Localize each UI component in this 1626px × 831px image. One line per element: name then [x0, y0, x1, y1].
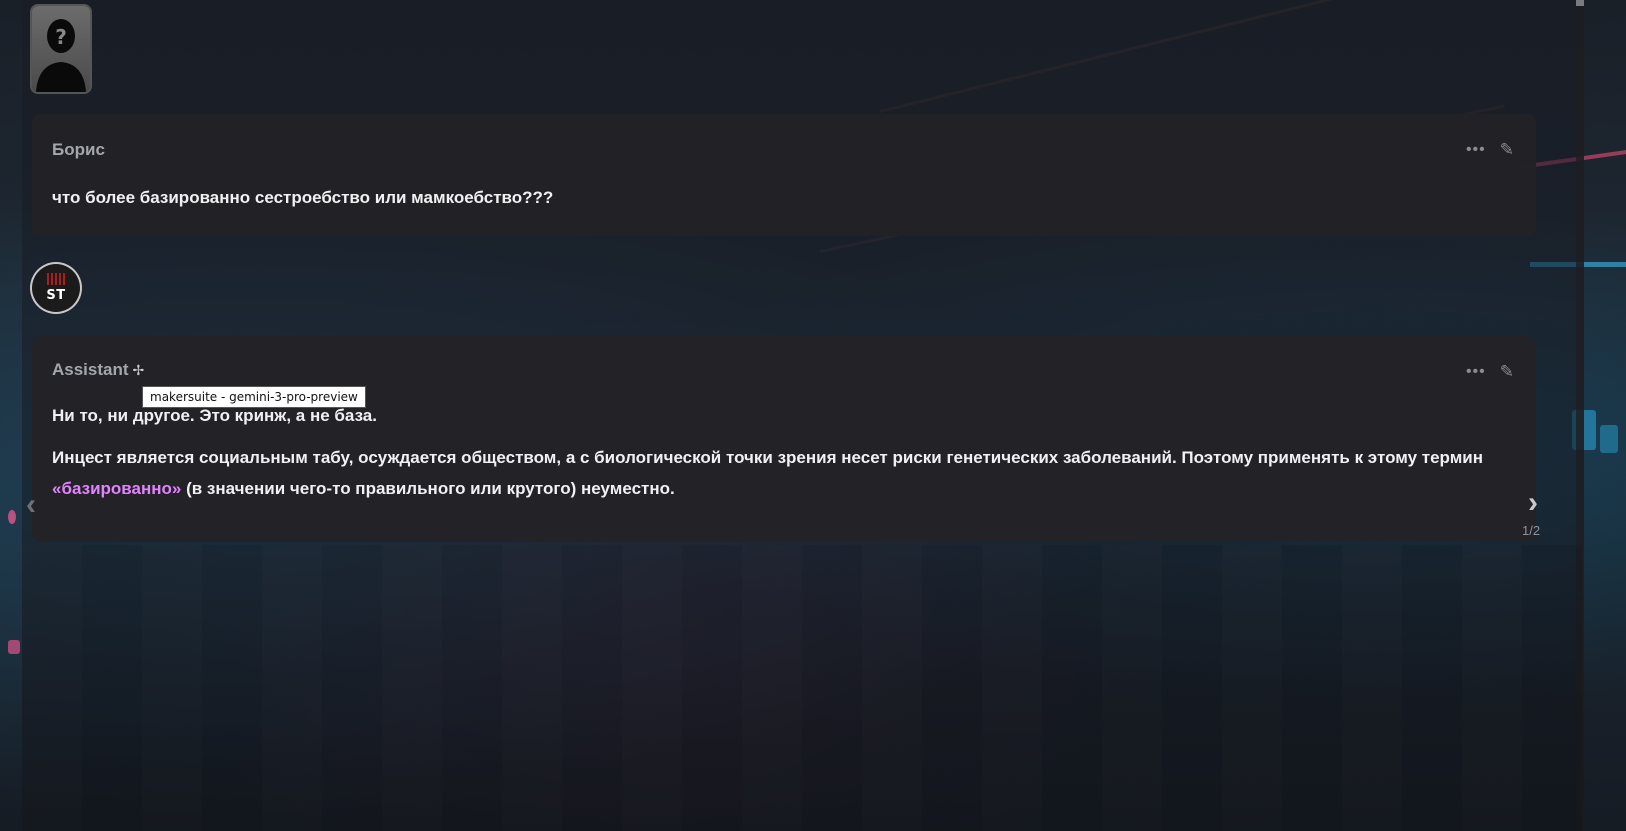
pencil-icon[interactable]: ✎	[1500, 362, 1514, 382]
avatar-pattern	[47, 273, 65, 285]
swipe-counter: 1/2	[1522, 523, 1541, 538]
background-neon	[8, 510, 16, 524]
scrollbar-thumb[interactable]	[1576, 0, 1584, 6]
sender-name: Борис	[52, 140, 105, 159]
user-avatar[interactable]: ?	[32, 6, 90, 92]
more-horizontal-icon[interactable]: •••	[1466, 142, 1486, 158]
chevron-left-icon[interactable]: ‹	[26, 488, 36, 522]
sparkle-icon[interactable]: ✢	[133, 362, 145, 378]
avatar-label: ST	[46, 288, 66, 303]
background-room	[22, 545, 1584, 831]
model-tooltip: makersuite - gemini-3-pro-preview	[142, 386, 366, 408]
chevron-right-icon[interactable]: ›	[1528, 486, 1538, 520]
quoted-term: «базированно»	[52, 479, 182, 498]
svg-text:?: ?	[55, 25, 67, 49]
more-horizontal-icon[interactable]: •••	[1466, 364, 1486, 380]
sender-name: Assistant ✢	[52, 360, 144, 380]
paragraph-text: (в значении чего-то правильного или крут…	[181, 479, 675, 498]
assistant-avatar[interactable]: ST	[32, 264, 80, 312]
user-message: Борис ••• ✎ что более базированно сестро…	[32, 114, 1536, 236]
message-actions: ••• ✎	[1466, 140, 1514, 160]
background-neon	[8, 640, 20, 654]
background-neon	[1600, 425, 1618, 453]
message-actions: ••• ✎	[1466, 362, 1514, 382]
message-text: что более базированно сестроебство или м…	[52, 188, 554, 207]
paragraph-text: Инцест является социальным табу, осуждае…	[52, 448, 1483, 467]
sender-name-text: Assistant	[52, 360, 129, 379]
user-silhouette-icon: ?	[36, 19, 86, 92]
assistant-message: Assistant ✢ ••• ✎ Ни то, ни другое. Это к…	[32, 336, 1536, 542]
message-paragraph: Инцест является социальным табу, осуждае…	[52, 442, 1516, 504]
pencil-icon[interactable]: ✎	[1500, 140, 1514, 160]
